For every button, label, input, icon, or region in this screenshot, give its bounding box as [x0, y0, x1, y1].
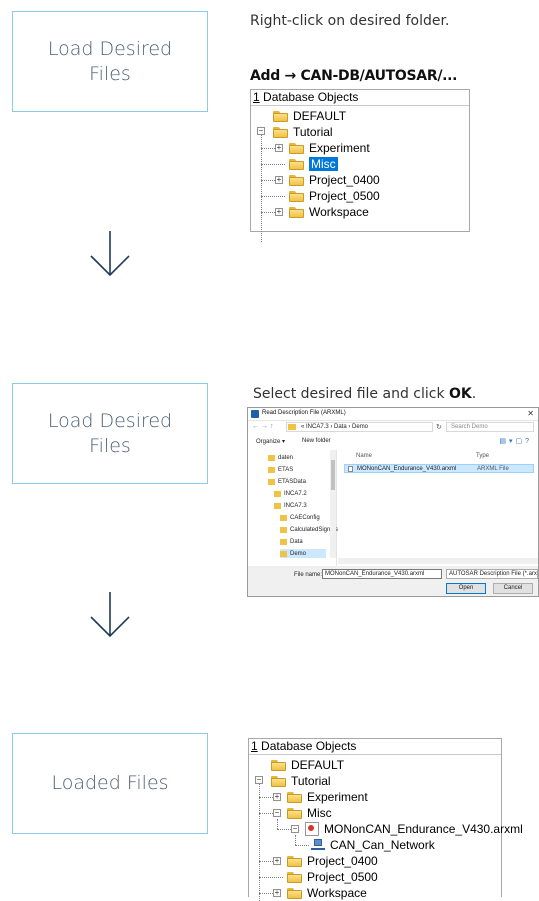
folder-icon	[273, 126, 288, 138]
address-bar: ←→↑ « INCA7.3 › Data › Demo ↻ Search Dem…	[248, 420, 538, 434]
tree-item-tutorial[interactable]: Tutorial	[271, 773, 331, 789]
step-box-loaded-files: Loaded Files	[12, 733, 208, 834]
filename-input[interactable]: MONonCAN_Endurance_V430.arxml	[322, 569, 442, 579]
nav-item-demo[interactable]: Demo	[280, 549, 326, 558]
horizontal-scrollbar[interactable]	[338, 558, 538, 564]
step-label: Loaded Files	[51, 772, 169, 794]
arxml-file-icon	[305, 822, 319, 836]
view-options-icon[interactable]: ▤▾▢?	[499, 437, 532, 445]
tree-item-misc-selected[interactable]: Misc	[289, 156, 338, 172]
collapse-icon[interactable]: −	[291, 825, 299, 833]
folder-icon	[271, 775, 286, 787]
search-input[interactable]: Search Demo	[446, 422, 534, 432]
organize-button[interactable]: Organize ▾	[256, 438, 285, 445]
dialog-toolbar: Organize ▾ New folder ▤▾▢?	[248, 435, 538, 449]
step-box-load-files-1: Load Desired Files	[12, 11, 208, 112]
instruction-right-click: Right-click on desired folder.	[250, 13, 450, 29]
tree-item-workspace[interactable]: Workspace	[289, 204, 369, 220]
tree-item-project-0400[interactable]: Project_0400	[289, 172, 380, 188]
instruction-add-menu: Add → CAN-DB/AUTOSAR/...	[250, 68, 458, 84]
step-label: Load Desired Files	[47, 37, 173, 85]
dialog-footer: File name: MONonCAN_Endurance_V430.arxml…	[248, 566, 538, 596]
tree-item-project-0500[interactable]: Project_0500	[287, 869, 378, 885]
network-icon	[311, 839, 325, 851]
down-arrow-icon	[90, 231, 130, 277]
nav-item-etas[interactable]: ETAS	[268, 465, 293, 474]
tree-item-experiment[interactable]: Experiment	[287, 789, 368, 805]
nav-scrollbar[interactable]	[330, 450, 336, 558]
expand-icon[interactable]: +	[273, 889, 281, 897]
collapse-icon[interactable]: −	[273, 809, 281, 817]
file-dialog: Read Description File (ARXML) ✕ ←→↑ « IN…	[247, 407, 539, 597]
expand-icon[interactable]: +	[275, 144, 283, 152]
cancel-button[interactable]: Cancel	[493, 583, 533, 594]
nav-item-inca73[interactable]: INCA7.3	[274, 501, 307, 510]
navigation-pane: daten ETAS ETASData INCA7.2 INCA7.3 CAEC…	[248, 450, 338, 566]
new-folder-button[interactable]: New folder	[302, 438, 331, 444]
folder-icon	[289, 190, 304, 202]
folder-icon	[287, 807, 302, 819]
collapse-icon[interactable]: −	[255, 776, 263, 784]
folder-icon	[273, 110, 288, 122]
expand-icon[interactable]: +	[275, 176, 283, 184]
folder-icon	[289, 206, 304, 218]
instruction-select-file: Select desired file and click OK.	[253, 386, 477, 402]
folder-icon	[287, 791, 302, 803]
nav-item-inca72[interactable]: INCA7.2	[274, 489, 307, 498]
folder-icon	[289, 142, 304, 154]
nav-item-caeconfig[interactable]: CAEConfig	[280, 513, 320, 522]
tree-item-arxml-file[interactable]: MONonCAN_Endurance_V430.arxml	[305, 821, 523, 837]
filetype-select[interactable]: AUTOSAR Description File (*.arx	[446, 569, 538, 579]
tree-item-project-0400[interactable]: Project_0400	[287, 853, 378, 869]
column-name[interactable]: Name	[356, 453, 372, 459]
file-row-selected[interactable]: MONonCAN_Endurance_V430.arxml ARXML File	[344, 464, 534, 473]
tree-item-project-0500[interactable]: Project_0500	[289, 188, 380, 204]
tree-item-default[interactable]: DEFAULT	[273, 108, 346, 124]
tree-item-default[interactable]: DEFAULT	[271, 757, 344, 773]
filename-label: File name:	[294, 572, 323, 578]
tree-item-experiment[interactable]: Experiment	[289, 140, 370, 156]
tree-item-workspace[interactable]: Workspace	[287, 885, 367, 901]
breadcrumb[interactable]: « INCA7.3 › Data › Demo	[286, 422, 433, 432]
down-arrow-icon	[90, 592, 130, 638]
collapse-icon[interactable]: −	[257, 127, 265, 135]
database-objects-tree-2: 1 Database Objects DEFAULT − Tutorial + …	[248, 738, 523, 901]
dialog-title: Read Description File (ARXML)	[262, 410, 346, 416]
tree-item-tutorial[interactable]: Tutorial	[273, 124, 333, 140]
folder-icon	[287, 887, 302, 899]
folder-icon	[289, 174, 304, 186]
folder-icon	[287, 855, 302, 867]
folder-icon	[271, 759, 286, 771]
close-icon[interactable]: ✕	[527, 409, 534, 418]
nav-item-daten[interactable]: daten	[268, 453, 293, 462]
expand-icon[interactable]: +	[275, 208, 283, 216]
column-type[interactable]: Type	[476, 453, 489, 459]
expand-icon[interactable]: +	[273, 857, 281, 865]
nav-item-etasdata[interactable]: ETASData	[268, 477, 306, 486]
file-icon	[348, 466, 353, 472]
folder-icon	[287, 871, 302, 883]
expand-icon[interactable]: +	[273, 793, 281, 801]
tree-header: 1 Database Objects	[253, 90, 359, 104]
database-objects-tree-1: 1 Database Objects DEFAULT − Tutorial + …	[250, 89, 470, 242]
app-icon	[251, 410, 259, 418]
file-list: Name Type MONonCAN_Endurance_V430.arxml …	[340, 450, 538, 566]
nav-arrows-icon[interactable]: ←→↑	[252, 423, 276, 430]
tree-item-misc[interactable]: Misc	[287, 805, 332, 821]
tree-header: 1 Database Objects	[251, 739, 357, 753]
open-button[interactable]: Open	[446, 583, 486, 594]
tree-item-can-network[interactable]: CAN_Can_Network	[311, 837, 435, 853]
refresh-icon[interactable]: ↻	[436, 423, 442, 431]
step-label: Load Desired Files	[47, 409, 173, 457]
nav-item-data[interactable]: Data	[280, 537, 303, 546]
step-box-load-files-2: Load Desired Files	[12, 383, 208, 484]
folder-icon	[289, 158, 304, 170]
